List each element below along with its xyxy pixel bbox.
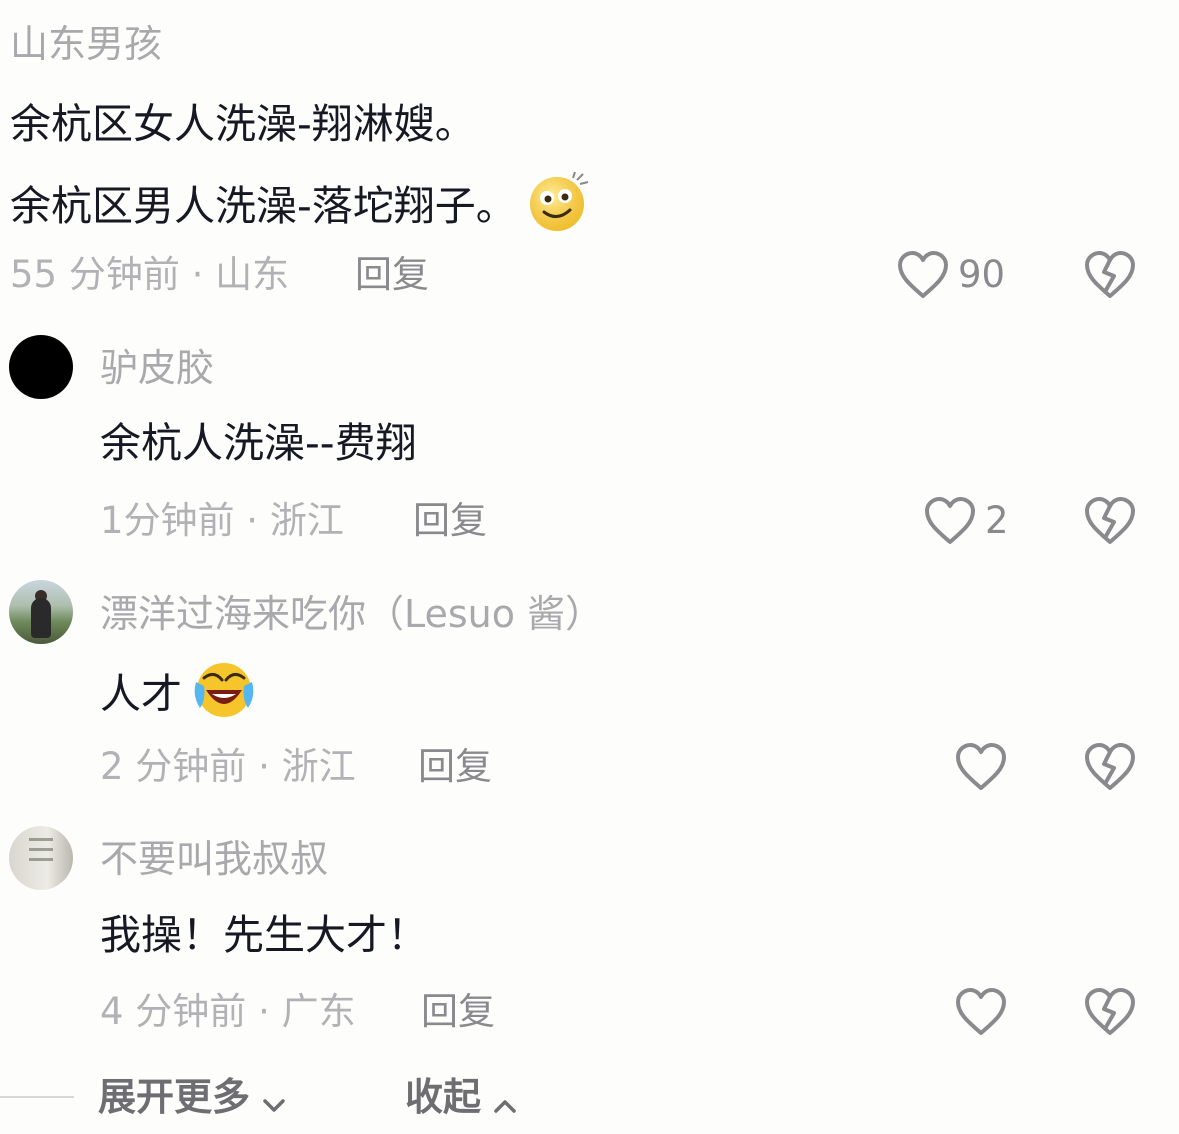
like-count: 2 <box>985 499 1009 542</box>
like-button[interactable] <box>955 987 1007 1041</box>
comment-time-location: 1分钟前 · 浙江 <box>100 499 344 542</box>
reply-button[interactable]: 回复 <box>355 251 429 299</box>
broken-heart-icon <box>1085 743 1135 790</box>
reply-button[interactable]: 回复 <box>413 497 487 545</box>
laugh-cry-emoji <box>192 660 256 734</box>
like-count: 90 <box>958 253 1006 296</box>
avatar[interactable] <box>9 826 73 890</box>
broken-heart-icon <box>1085 988 1135 1035</box>
dislike-button[interactable] <box>1084 250 1136 304</box>
comment-username[interactable]: 不要叫我叔叔 <box>100 835 328 883</box>
avatar-photo-detail <box>29 838 53 841</box>
like-button[interactable] <box>897 250 949 304</box>
comment-username[interactable]: 漂洋过海来吃你（Lesuo 酱） <box>100 590 603 638</box>
reply-button[interactable]: 回复 <box>421 988 495 1036</box>
comment-text-line: 余杭区男人洗澡-落坨翔子。 <box>10 182 517 230</box>
collapse-button[interactable]: 收起 <box>405 1073 520 1121</box>
heart-outline-icon <box>925 497 975 544</box>
comment-text-line-with-emoji: 余杭区男人洗澡-落坨翔子。 <box>10 171 591 246</box>
avatar-photo-detail <box>29 858 53 861</box>
comment-text-line: 我操！先生大才！ <box>100 911 428 959</box>
smile-emoji <box>527 171 591 246</box>
avatar[interactable] <box>9 580 73 644</box>
heart-outline-icon <box>956 743 1006 790</box>
comment-text-line: 余杭人洗澡--费翔 <box>100 419 417 467</box>
comment-text-line: 人才 <box>100 670 182 718</box>
comment-time-location: 55 分钟前 · 山东 <box>10 253 290 296</box>
chevron-down-icon <box>263 1098 285 1112</box>
heart-outline-icon <box>956 988 1006 1035</box>
broken-heart-icon <box>1085 251 1135 298</box>
comment-time-location: 4 分钟前 · 广东 <box>100 990 356 1033</box>
reply-button[interactable]: 回复 <box>418 743 492 791</box>
avatar-photo-detail <box>29 848 53 851</box>
expand-more-label: 展开更多 <box>98 1075 251 1119</box>
like-button[interactable] <box>924 496 976 550</box>
comment-username[interactable]: 山东男孩 <box>10 20 162 68</box>
like-button[interactable] <box>955 742 1007 796</box>
comment-text-line: 余杭区女人洗澡-翔淋嫂。 <box>10 100 476 148</box>
heart-outline-icon <box>898 251 948 298</box>
expand-more-button[interactable]: 展开更多 <box>98 1073 289 1121</box>
comment-text-line-with-emoji: 人才 <box>100 660 256 734</box>
chevron-up-icon <box>494 1099 516 1113</box>
dislike-button[interactable] <box>1084 987 1136 1041</box>
collapse-label: 收起 <box>405 1075 482 1119</box>
comment-username[interactable]: 驴皮胶 <box>100 344 214 392</box>
comment-time-location: 2 分钟前 · 浙江 <box>100 745 356 788</box>
avatar-photo-detail <box>31 598 51 638</box>
broken-heart-icon <box>1085 497 1135 544</box>
avatar[interactable] <box>9 335 73 399</box>
dislike-button[interactable] <box>1084 496 1136 550</box>
footer-divider <box>0 1096 74 1098</box>
dislike-button[interactable] <box>1084 742 1136 796</box>
